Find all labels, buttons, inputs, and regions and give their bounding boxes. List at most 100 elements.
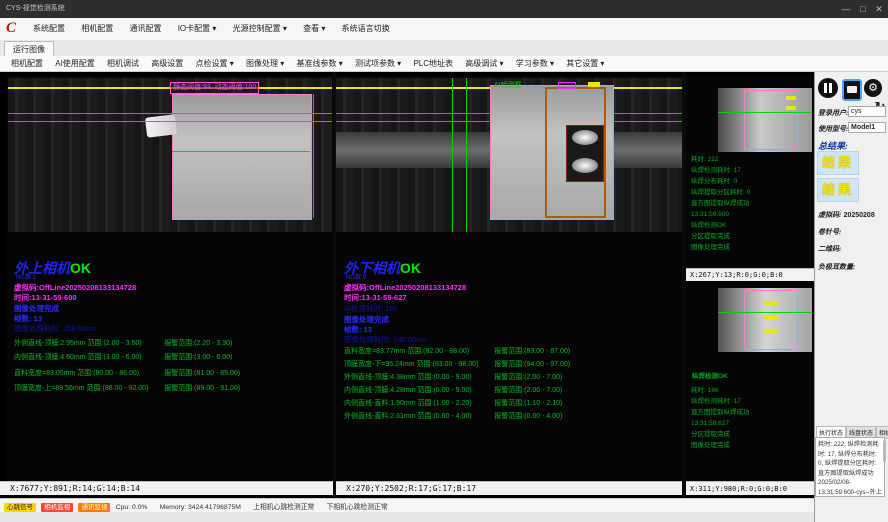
alarm-range: 报警范围:(83.00 - 87.00)	[494, 346, 570, 356]
left-green-line-3	[172, 151, 310, 152]
menu-system-config[interactable]: 系统配置	[26, 18, 72, 40]
alarm-range: 报警范围:(1.10 - 2.10)	[494, 398, 562, 408]
gear-icon: ⚙	[868, 82, 878, 94]
pin-number-label: 卷针号:	[818, 227, 841, 237]
minimize-button[interactable]: —	[838, 0, 854, 18]
menu-language-switch[interactable]: 系统语言切换	[335, 18, 397, 40]
status-bar: 心跳信号 相机监视 通讯监视 Cpu: 0.0% Memory: 3424.41…	[0, 498, 814, 512]
small-bottom-log-line: 图像处理完成	[691, 440, 730, 452]
tool-image-processing[interactable]: 图像处理 ▾	[241, 56, 289, 72]
app-window: CYS-视觉检测系统 — □ ✕ C 系统配置 相机配置 通讯配置 IO卡配置 …	[0, 0, 888, 522]
camera-button[interactable]	[842, 79, 862, 101]
exec-log-area[interactable]: 耗时: 222, 纵焊检测耗时: 17, 纵焊分布耗时: 0, 纵焊提取分区耗时…	[815, 437, 885, 497]
tool-other-settings[interactable]: 其它设置 ▾	[561, 56, 609, 72]
alarm-range: 报警范围:(2.00 - 7.00)	[494, 385, 562, 395]
measure-value: 内侧直线-直料:1.90mm 范围:(1.00 - 2.20)	[344, 398, 492, 408]
pause-icon	[829, 83, 832, 93]
camera-monitor-badge: 相机监视	[41, 503, 73, 512]
tool-learning-params[interactable]: 学习参数 ▾	[511, 56, 559, 72]
measure-value: 外侧直线-顶膜:4.38mm 范围:(0.00 - 9.00)	[344, 372, 492, 382]
maximize-button[interactable]: □	[855, 0, 871, 18]
toolbar: 相机配置 AI使用配置 相机调试 高级设置 点检设置 ▾ 图像处理 ▾ 基准线参…	[0, 56, 888, 72]
bottom-margin	[0, 512, 814, 522]
small-bottom-pouch-box	[744, 290, 798, 350]
log-scrollbar[interactable]	[883, 440, 886, 462]
model-field[interactable]: Model1	[848, 122, 886, 133]
tool-camera-debug[interactable]: 相机调试	[102, 56, 144, 72]
middle-measure-row: 顶膜宽度-下=95.24mm 范围:(93.00 - 98.00) 报警范围:(…	[344, 359, 570, 369]
menu-io-config[interactable]: IO卡配置 ▾	[171, 18, 224, 40]
middle-ok-status: OK	[400, 260, 421, 276]
negative-tab-count-label: 负极耳数量:	[818, 262, 855, 272]
tool-advanced-settings[interactable]: 高级设置	[146, 56, 188, 72]
left-measure-row: 外侧直线-顶膜:2.95mm 范围:(2.00 - 3.50) 报警范围:(2.…	[14, 338, 232, 348]
menu-comm-config[interactable]: 通讯配置	[122, 18, 168, 40]
small-top-yellow-mark	[786, 96, 796, 100]
upper-camera-heartbeat-msg: 上相机心跳检测正常	[253, 504, 314, 511]
model-label: 使用型号:	[818, 124, 848, 134]
tool-advanced-debug[interactable]: 高级调试 ▾	[460, 56, 508, 72]
left-green-vline	[313, 94, 314, 218]
middle-measure-row: 内侧直线-直料:1.90mm 范围:(1.00 - 2.20) 报警范围:(1.…	[344, 398, 562, 408]
measure-value: 内侧直线-顶膜:4.60mm 范围:(3.00 - 6.00)	[14, 352, 162, 362]
pause-button[interactable]	[818, 78, 838, 98]
memory-usage: Memory: 3424.41796875M	[160, 504, 241, 511]
title-bar: CYS-视觉检测系统	[0, 0, 888, 18]
measure-value: 外侧直线-直料:2.61mm 范围:(0.60 - 4.00)	[344, 411, 492, 421]
middle-camera-view[interactable]: AI检测框 外下相机OK NG数:0 虚拟码:OffLine2025020813…	[336, 76, 682, 481]
left-measure-row: 内侧直线-顶膜:4.60mm 范围:(3.00 - 6.00) 报警范围:(3.…	[14, 352, 232, 362]
app-logo-icon: C	[6, 20, 24, 38]
menu-camera-config[interactable]: 相机配置	[74, 18, 120, 40]
middle-weld-highlight-2	[572, 158, 598, 173]
left-threshold-annotation: 静态阈值:93, 动态阈值:100	[170, 82, 259, 94]
qr-code-label: 二维码:	[818, 244, 841, 254]
left-cursor-readout: X:7677;Y:891;R:14;G:14;B:14	[0, 481, 334, 495]
tab-strip	[0, 40, 888, 57]
left-measure-row: 直料宽度=83.05mm 范围:(80.00 - 86.00) 报警范围:(81…	[14, 368, 240, 378]
middle-green-vline-2	[466, 78, 467, 232]
camera-icon	[847, 86, 857, 93]
middle-magenta-mark	[558, 82, 576, 89]
tool-spot-check[interactable]: 点检设置 ▾	[191, 56, 239, 72]
small-bottom-yellow-mark	[764, 301, 778, 305]
menu-items: 系统配置 相机配置 通讯配置 IO卡配置 ▾ 光源控制配置 ▾ 查看 ▾ 系统语…	[26, 18, 397, 40]
tool-baseline-params[interactable]: 基准线参数 ▾	[291, 56, 347, 72]
tab-run-image[interactable]: 运行图像	[4, 41, 54, 57]
login-user-field[interactable]: cys	[848, 106, 886, 117]
tool-ai-usage-config[interactable]: AI使用配置	[50, 56, 100, 72]
small-bottom-green-line	[718, 312, 812, 313]
cpu-usage: Cpu: 0.0%	[116, 504, 148, 511]
tool-test-params[interactable]: 测试项参数 ▾	[350, 56, 406, 72]
measure-value: 顶膜宽度-下=95.24mm 范围:(93.00 - 98.00)	[344, 359, 492, 369]
middle-yellow-mark	[588, 82, 600, 87]
alarm-range: 报警范围:(94.00 - 97.00)	[494, 359, 570, 369]
middle-measure-row: 直料宽度=83.77mm 范围:(82.00 - 88.00) 报警范围:(83…	[344, 346, 570, 356]
middle-ai-elapsed: AI处理耗时: 166	[344, 303, 398, 314]
small-top-green-line	[718, 112, 812, 113]
alarm-range: 报警范围:(81.00 - 85.00)	[164, 368, 240, 378]
small-bottom-camera-view[interactable]: 纵焊检测OK 耗时: 166 纵焊检测耗时: 17 直方图提取纵焊成功 13:3…	[686, 281, 814, 481]
small-bottom-yellow-mark	[764, 329, 778, 333]
middle-weld-highlight-1	[572, 130, 598, 145]
small-top-yellow-mark	[786, 106, 796, 110]
small-top-log-line: 图像处理完成	[691, 242, 730, 254]
measure-value: 外侧直线-顶膜:2.95mm 范围:(2.00 - 3.50)	[14, 338, 162, 348]
left-camera-view[interactable]: 静态阈值:93, 动态阈值:100 外上相机OK NG数:1 虚拟码:OffLi…	[6, 76, 333, 481]
small-top-camera-view[interactable]: 耗时: 222 纵焊检测耗时: 17 纵焊分布耗时: 0 纵焊提取分区耗时: 0…	[686, 76, 814, 268]
middle-measure-row: 外侧直线-直料:2.61mm 范围:(0.60 - 4.00) 报警范围:(0.…	[344, 411, 562, 421]
middle-ai-label: AI检测框	[494, 80, 522, 90]
alarm-range: 报警范围:(89.00 - 91.00)	[164, 383, 240, 393]
menu-view[interactable]: 查看 ▾	[296, 18, 332, 40]
tool-plc-address[interactable]: PLC地址表	[408, 56, 458, 72]
result-box-upper: 结果	[817, 151, 859, 175]
result-box-lower: 结果	[817, 178, 859, 202]
tool-camera-config[interactable]: 相机配置	[6, 56, 48, 72]
alarm-range: 报警范围:(3.00 - 6.00)	[164, 352, 232, 362]
small-top-cursor-readout: X:267;Y:13;R:0;G:0;B:0	[686, 268, 814, 281]
settings-button[interactable]: ⚙	[864, 79, 882, 97]
middle-process-elapsed: 图像处理耗时: 140.00ms	[344, 334, 426, 345]
menu-light-config[interactable]: 光源控制配置 ▾	[226, 18, 294, 40]
virtual-code-value: 20250208	[844, 212, 875, 219]
close-button[interactable]: ✕	[871, 0, 887, 18]
alarm-range: 报警范围:(2.00 - 7.00)	[494, 372, 562, 382]
